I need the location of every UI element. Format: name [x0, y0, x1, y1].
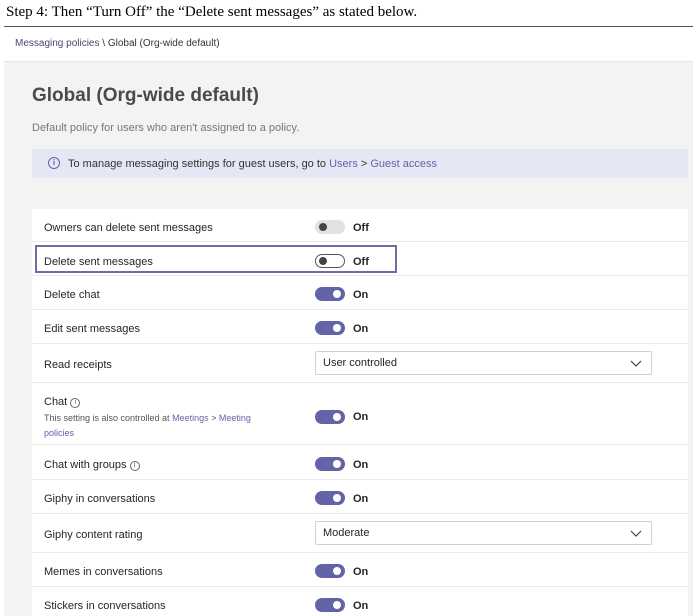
info-message: To manage messaging settings for guest u…	[68, 158, 330, 170]
setting-row-edit-sent: Edit sent messages On	[32, 310, 688, 344]
chat-sub-text: This setting is also controlled at Meeti…	[44, 411, 251, 441]
stickers-label: Stickers in conversations	[44, 600, 166, 612]
setting-row-stickers: Stickers in conversations On	[32, 587, 688, 616]
teams-admin-frame: Messaging policies \ Global (Org-wide de…	[4, 26, 693, 616]
owners-delete-state: Off	[353, 222, 369, 234]
breadcrumb-messaging-policies[interactable]: Messaging policies	[15, 38, 100, 49]
giphy-rating-dropdown[interactable]: Moderate	[315, 521, 652, 545]
delete-chat-toggle[interactable]	[315, 287, 345, 301]
delete-sent-highlight-box	[35, 245, 397, 273]
page-description: Default policy for users who aren't assi…	[32, 122, 300, 134]
chat-state: On	[353, 411, 369, 423]
delete-chat-label: Delete chat	[44, 289, 100, 301]
chat-groups-state: On	[353, 459, 369, 471]
chat-sub-separator: >	[208, 413, 219, 423]
info-separator: >	[357, 158, 371, 170]
setting-row-delete-chat: Delete chat On	[32, 276, 688, 310]
read-receipts-dropdown[interactable]: User controlled	[315, 351, 652, 375]
setting-row-chat-groups: Chat with groups i On	[32, 445, 688, 480]
info-text: To manage messaging settings for guest u…	[68, 158, 437, 170]
setting-row-read-receipts: Read receipts User controlled	[32, 344, 688, 383]
toggle-knob	[333, 413, 341, 421]
giphy-state: On	[353, 493, 369, 505]
page-title: Global (Org-wide default)	[32, 85, 259, 106]
chat-label-wrap: Chat i	[44, 396, 81, 408]
step-caption: Step 4: Then “Turn Off” the “Delete sent…	[6, 4, 418, 20]
chat-groups-label-wrap: Chat with groups i	[44, 459, 140, 471]
stickers-state: On	[353, 600, 369, 612]
toggle-knob	[319, 223, 327, 231]
edit-sent-label: Edit sent messages	[44, 323, 140, 335]
chevron-down-icon	[630, 530, 642, 537]
giphy-toggle[interactable]	[315, 491, 345, 505]
setting-row-owners-delete: Owners can delete sent messages Off	[32, 209, 688, 242]
toggle-knob	[333, 460, 341, 468]
info-banner: i To manage messaging settings for guest…	[32, 149, 688, 178]
guest-access-link[interactable]: Guest access	[370, 158, 437, 170]
meeting-policies-link-cont[interactable]: policies	[44, 428, 74, 438]
chat-label: Chat	[44, 396, 68, 408]
info-icon[interactable]: i	[129, 461, 140, 471]
chat-toggle[interactable]	[315, 410, 345, 424]
breadcrumb-current: Global (Org-wide default)	[107, 38, 220, 49]
memes-label: Memes in conversations	[44, 566, 163, 578]
owners-delete-label: Owners can delete sent messages	[44, 222, 213, 234]
users-link[interactable]: Users	[329, 158, 358, 170]
meeting-policies-link[interactable]: Meeting	[219, 413, 251, 423]
owners-delete-toggle[interactable]	[315, 220, 345, 234]
meetings-link[interactable]: Meetings	[172, 413, 209, 423]
delete-chat-state: On	[353, 289, 369, 301]
setting-row-chat: Chat i This setting is also controlled at…	[32, 383, 688, 445]
setting-row-giphy-rating: Giphy content rating Moderate	[32, 514, 688, 553]
memes-toggle[interactable]	[315, 564, 345, 578]
setting-row-giphy: Giphy in conversations On	[32, 480, 688, 514]
stickers-toggle[interactable]	[315, 598, 345, 612]
chevron-down-icon	[630, 360, 642, 367]
read-receipts-label: Read receipts	[44, 359, 112, 371]
breadcrumb-separator: \	[99, 38, 108, 49]
info-icon: i	[48, 157, 60, 169]
toggle-knob	[333, 494, 341, 502]
read-receipts-value: User controlled	[323, 357, 397, 369]
edit-sent-toggle[interactable]	[315, 321, 345, 335]
chat-groups-toggle[interactable]	[315, 457, 345, 471]
breadcrumb: Messaging policies \ Global (Org-wide de…	[4, 27, 693, 62]
chat-groups-label: Chat with groups	[44, 459, 127, 471]
giphy-label: Giphy in conversations	[44, 493, 156, 505]
giphy-rating-value: Moderate	[323, 527, 370, 539]
edit-sent-state: On	[353, 323, 369, 335]
toggle-knob	[333, 324, 341, 332]
giphy-rating-label: Giphy content rating	[44, 529, 143, 541]
info-icon[interactable]: i	[70, 398, 81, 408]
toggle-knob	[333, 567, 341, 575]
toggle-knob	[333, 290, 341, 298]
toggle-knob	[333, 601, 341, 609]
memes-state: On	[353, 566, 369, 578]
setting-row-memes: Memes in conversations On	[32, 553, 688, 587]
chat-sub-message: This setting is also controlled at	[44, 413, 173, 423]
